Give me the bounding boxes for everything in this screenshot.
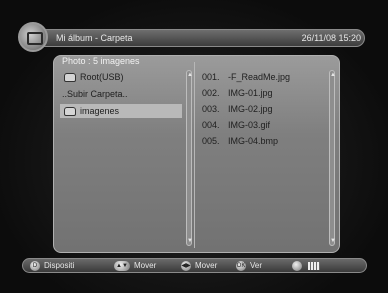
move-leftright-hint[interactable]: ◀▶ Mover — [181, 260, 217, 271]
file-item[interactable]: 003. IMG-02.jpg — [202, 102, 273, 116]
folder-icon — [64, 106, 76, 116]
file-name: IMG-03.gif — [228, 120, 271, 130]
file-name: IMG-01.jpg — [228, 88, 273, 98]
folder-label: ..Subir Carpeta.. — [62, 89, 128, 99]
file-number: 005. — [202, 136, 220, 146]
file-item[interactable]: 004. IMG-03.gif — [202, 118, 270, 132]
clock: 26/11/08 15:20 — [301, 33, 361, 43]
photo-album-icon — [18, 22, 48, 52]
scroll-up-icon: ▲ — [187, 72, 193, 78]
scroll-down-icon: ▼ — [330, 238, 336, 244]
view-hint[interactable]: OK Ver — [236, 260, 262, 271]
folder-item-up[interactable]: ..Subir Carpeta.. — [60, 87, 184, 101]
device-button-icon: D — [30, 260, 40, 271]
move-hint-label: Mover — [134, 261, 157, 270]
tv-screen: Mi álbum - Carpeta 26/11/08 15:20 Photo … — [0, 0, 388, 293]
folder-label: imagenes — [80, 106, 120, 116]
file-number: 004. — [202, 120, 220, 130]
file-item[interactable]: 002. IMG-01.jpg — [202, 86, 273, 100]
file-number: 002. — [202, 88, 220, 98]
file-name: IMG-04.bmp — [228, 136, 279, 146]
device-hint-label: Dispositi — [44, 261, 75, 270]
file-number: 001. — [202, 72, 220, 82]
scroll-down-icon: ▼ — [187, 238, 193, 244]
column-divider — [194, 62, 195, 248]
thumbnail-grid-icon — [308, 261, 320, 270]
device-hint[interactable]: D Dispositi — [30, 260, 74, 271]
leftright-arrows-icon: ◀▶ — [181, 260, 191, 271]
file-item[interactable]: 005. IMG-04.bmp — [202, 134, 278, 148]
folder-icon — [64, 72, 76, 82]
folder-scrollbar[interactable]: ▲ ▼ — [186, 70, 193, 246]
folder-item-root[interactable]: Root(USB) — [60, 70, 182, 84]
file-name: IMG-02.jpg — [228, 104, 273, 114]
file-scrollbar[interactable]: ▲ ▼ — [329, 70, 336, 246]
file-name: -F_ReadMe.jpg — [228, 72, 291, 82]
folder-item-imagenes[interactable]: imagenes — [60, 104, 182, 118]
folder-label: Root(USB) — [80, 72, 124, 82]
move-hint-label: Mover — [195, 261, 218, 270]
thumbnail-view-hint[interactable] — [292, 260, 320, 271]
view-hint-label: Ver — [250, 261, 263, 270]
scroll-up-icon: ▲ — [330, 72, 336, 78]
photo-count-label: Photo : 5 imagenes — [62, 56, 140, 66]
move-updown-hint[interactable]: ▲▼ Mover — [114, 260, 156, 271]
updown-arrows-icon: ▲▼ — [114, 260, 130, 271]
ok-button-icon: OK — [236, 260, 246, 271]
browser-panel — [53, 55, 340, 253]
color-button-icon — [292, 260, 302, 271]
file-item[interactable]: 001. -F_ReadMe.jpg — [202, 70, 290, 84]
window-title: Mi álbum - Carpeta — [56, 33, 133, 43]
file-number: 003. — [202, 104, 220, 114]
